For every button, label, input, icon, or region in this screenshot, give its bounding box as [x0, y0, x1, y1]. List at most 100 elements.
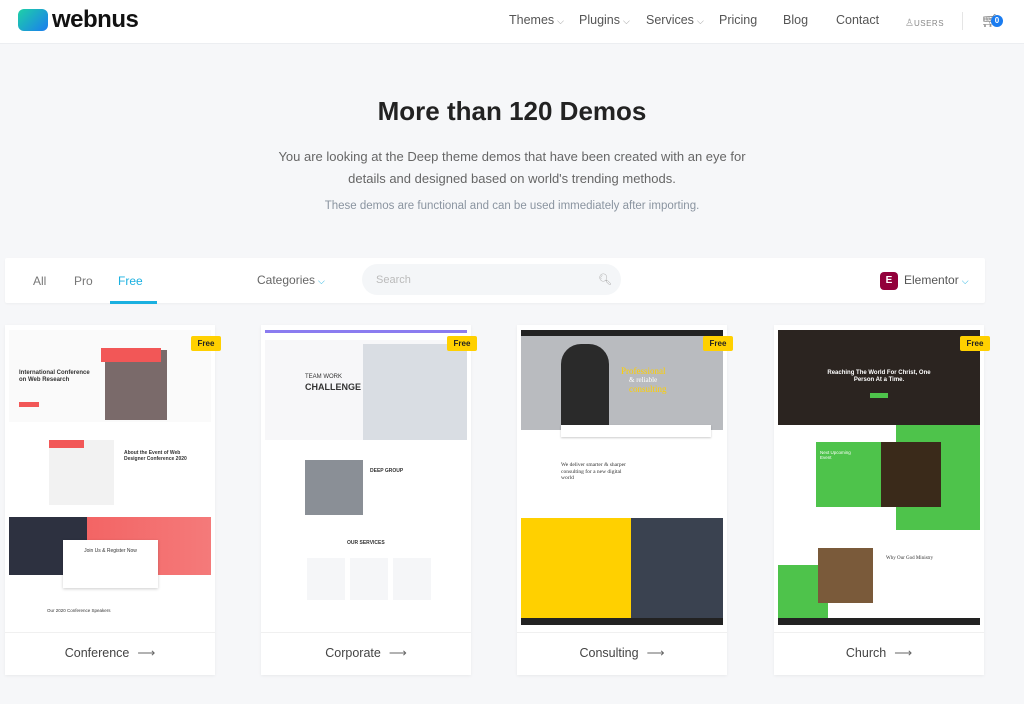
- demo-card-corporate[interactable]: TEAM WORK CHALLENGE DEEP GROUP OUR SERVI…: [261, 325, 477, 675]
- nav-blog[interactable]: Blog: [783, 13, 808, 27]
- demo-card-church[interactable]: Reaching The World For Christ, One Perso…: [774, 325, 990, 675]
- thumb-heading: consulting: [629, 384, 667, 394]
- chevron-down-icon: ⌵: [318, 276, 325, 286]
- tab-free[interactable]: Free: [118, 274, 143, 288]
- thumb-section: DEEP GROUP: [370, 468, 404, 474]
- free-badge: Free: [191, 336, 221, 351]
- logo-text: webnus: [52, 6, 139, 33]
- thumb-service: [307, 558, 345, 600]
- nav-plugins[interactable]: Plugins ⌵: [579, 13, 630, 27]
- nav-themes[interactable]: Themes ⌵: [509, 13, 564, 27]
- thumb-team-photo: [305, 460, 363, 515]
- thumb-topbar: [265, 330, 467, 333]
- builder-label: Elementor: [904, 273, 959, 287]
- chevron-down-icon: ⌵: [696, 16, 704, 26]
- thumb-section: About the Event of Web Designer Conferen…: [124, 450, 187, 462]
- thumb-countdown: [101, 348, 161, 362]
- nav-contact[interactable]: Contact: [836, 13, 879, 27]
- demo-name: Conference: [64, 646, 130, 660]
- thumb-heading: TEAM WORK: [305, 374, 342, 380]
- thumb-footer: [778, 618, 980, 625]
- thumb-photo: [631, 518, 723, 625]
- logo-icon: [18, 9, 48, 31]
- thumb-button: [19, 402, 39, 407]
- divider: [517, 632, 727, 633]
- nav-pricing[interactable]: Pricing: [719, 13, 757, 27]
- cart-count-badge: 0: [991, 15, 1003, 27]
- demo-title[interactable]: Church ⟶: [774, 645, 984, 660]
- thumb-schedule: [49, 440, 114, 505]
- demo-name: Consulting: [579, 646, 639, 660]
- tab-all[interactable]: All: [33, 274, 46, 288]
- thumb-heading: CHALLENGE: [305, 382, 361, 392]
- chevron-down-icon: ⌵: [557, 16, 564, 26]
- demo-title[interactable]: Corporate ⟶: [261, 645, 471, 660]
- hero-note: These demos are functional and can be us…: [324, 200, 700, 212]
- arrow-right-icon: ⟶: [894, 646, 913, 660]
- thumb-cta: Join Us & Register Now: [84, 548, 137, 554]
- thumb-section: We deliver smarter & sharper consulting …: [561, 462, 626, 482]
- thumb-services: OUR SERVICES: [347, 540, 385, 546]
- demo-name: Corporate: [325, 646, 381, 660]
- demo-card-consulting[interactable]: Professional & reliable consulting We de…: [517, 325, 733, 675]
- free-badge: Free: [960, 336, 990, 351]
- thumb-infobar: [561, 425, 711, 437]
- thumb-tag: [49, 440, 84, 448]
- demo-card-conference[interactable]: International Conference on Web Research…: [5, 325, 221, 675]
- categories-dropdown[interactable]: Categories ⌵: [257, 273, 325, 287]
- thumb-event: Next Upcoming Event: [820, 450, 851, 461]
- chevron-down-icon: ⌵: [961, 276, 969, 286]
- arrow-right-icon: ⟶: [388, 646, 407, 660]
- users-label: USERS: [913, 19, 945, 28]
- chevron-down-icon: ⌵: [623, 16, 630, 26]
- thumb-button: [870, 393, 888, 398]
- demo-name: Church: [845, 646, 887, 660]
- demo-thumbnail[interactable]: TEAM WORK CHALLENGE DEEP GROUP OUR SERVI…: [265, 330, 467, 625]
- categories-label: Categories: [257, 273, 316, 287]
- arrow-right-icon: ⟶: [137, 646, 156, 660]
- tab-pro[interactable]: Pro: [74, 274, 93, 288]
- thumb-yellow-block: [521, 518, 631, 625]
- thumb-service: [393, 558, 431, 600]
- builder-dropdown[interactable]: Elementor ⌵: [904, 273, 969, 287]
- demo-thumbnail[interactable]: International Conference on Web Research…: [9, 330, 211, 625]
- free-badge: Free: [703, 336, 733, 351]
- thumb-heading: Reaching The World For Christ, One Perso…: [827, 370, 931, 384]
- site-header: webnus Themes ⌵ Plugins ⌵ Services ⌵ Pricin…: [0, 0, 1024, 44]
- nav-divider: [962, 12, 963, 30]
- nav-label: Themes: [509, 13, 555, 27]
- demo-title[interactable]: Conference ⟶: [5, 645, 215, 660]
- thumb-photo: [363, 344, 467, 440]
- thumb-service: [350, 558, 388, 600]
- thumb-person: [561, 344, 609, 430]
- thumb-candle-photo: [881, 442, 941, 507]
- active-tab-indicator: [110, 301, 157, 304]
- page-title: More than 120 Demos: [377, 96, 647, 126]
- webnus-logo[interactable]: webnus: [18, 6, 139, 34]
- nav-label: Plugins: [579, 13, 620, 27]
- divider: [5, 632, 215, 633]
- user-icon: ♙: [905, 18, 914, 29]
- thumb-hero: [521, 330, 723, 430]
- demo-thumbnail[interactable]: Reaching The World For Christ, One Perso…: [778, 330, 980, 625]
- elementor-icon: E: [880, 272, 898, 290]
- hero-subtitle: You are looking at the Deep theme demos …: [278, 149, 746, 186]
- thumb-section: Why Our God Ministry: [886, 556, 934, 561]
- demo-title[interactable]: Consulting ⟶: [517, 645, 727, 660]
- thumb-speakers: Our 2020 Conference Speakers: [47, 608, 111, 613]
- users-link[interactable]: ♙USERS: [905, 15, 944, 29]
- free-badge: Free: [447, 336, 477, 351]
- search-input[interactable]: [362, 264, 621, 295]
- divider: [261, 632, 471, 633]
- arrow-right-icon: ⟶: [646, 646, 665, 660]
- demo-filter-bar: All Pro Free Categories⌵ 🔍︎ E Elementor⌵: [5, 258, 985, 304]
- thumb-topbar: [521, 330, 723, 336]
- divider: [774, 632, 984, 633]
- nav-label: Services: [646, 13, 694, 27]
- thumb-photo: [818, 548, 873, 603]
- thumb-heading: International Conference on Web Research: [19, 370, 90, 384]
- thumb-footer: [521, 618, 723, 625]
- nav-services[interactable]: Services ⌵: [646, 13, 704, 27]
- search-icon[interactable]: 🔍︎: [598, 273, 612, 286]
- demo-thumbnail[interactable]: Professional & reliable consulting We de…: [521, 330, 723, 625]
